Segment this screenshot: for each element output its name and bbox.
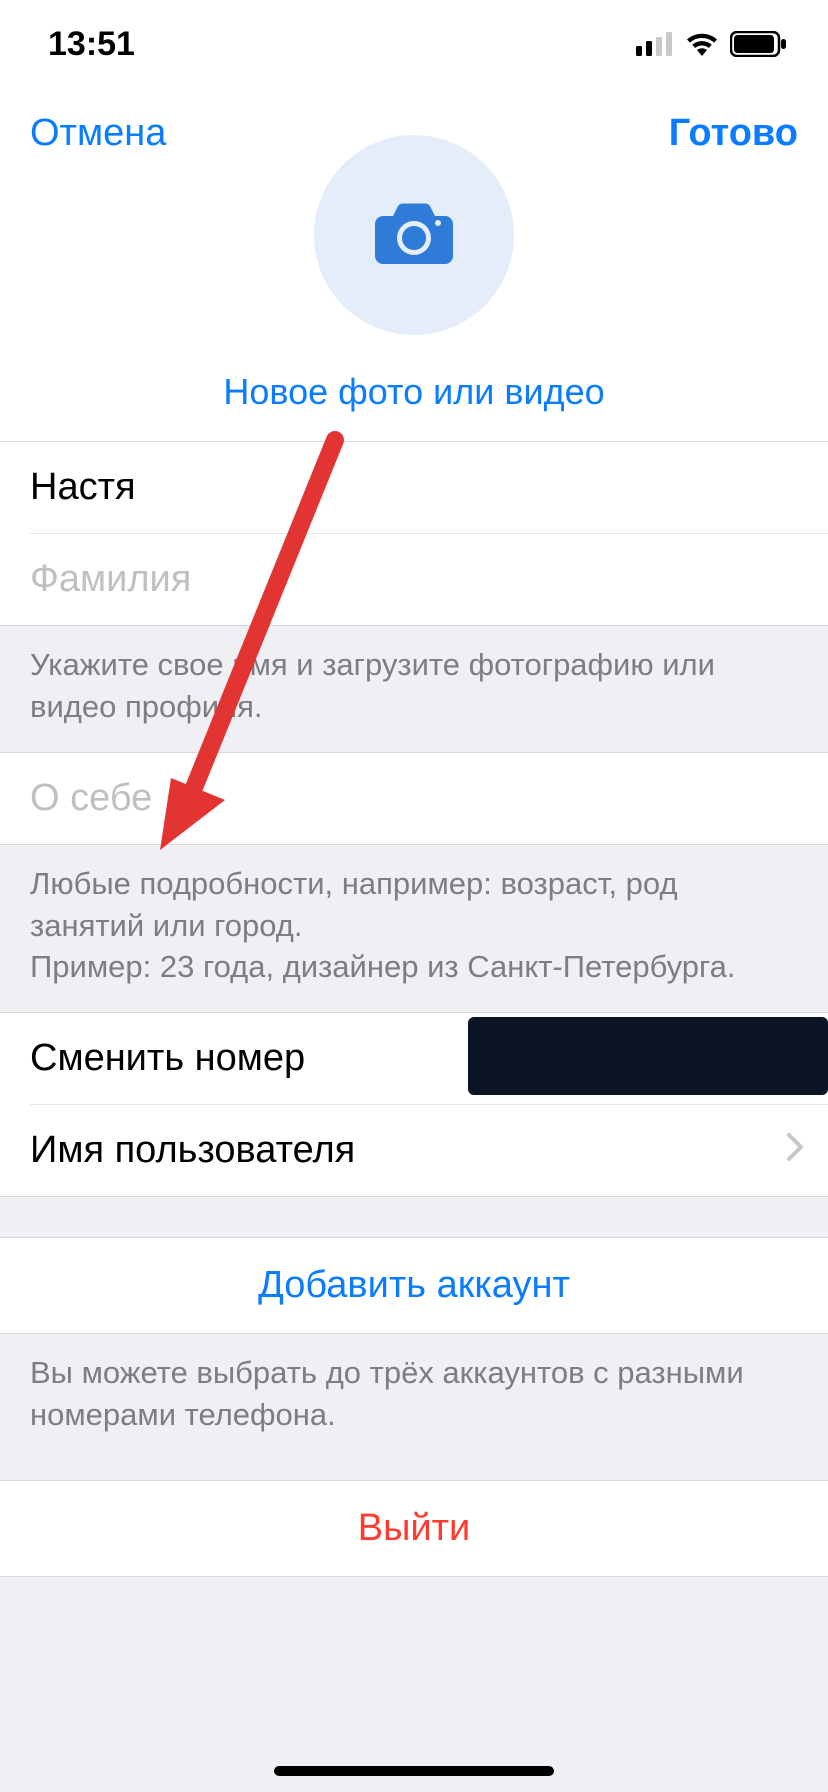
last-name-input[interactable] (30, 558, 798, 601)
avatar-photo-button[interactable] (314, 135, 514, 335)
username-row[interactable]: Имя пользователя (0, 1105, 828, 1196)
phone-number-redaction (468, 1017, 828, 1095)
home-indicator[interactable] (274, 1766, 554, 1776)
cancel-button[interactable]: Отмена (30, 112, 166, 155)
logout-button[interactable]: Выйти (0, 1481, 828, 1576)
new-photo-video-button[interactable]: Новое фото или видео (223, 371, 604, 413)
status-time: 13:51 (48, 25, 135, 64)
add-account-button[interactable]: Добавить аккаунт (0, 1238, 828, 1333)
first-name-input[interactable] (30, 466, 798, 509)
bio-section-footer: Любые подробности, например: возраст, ро… (0, 845, 828, 1013)
done-button[interactable]: Готово (669, 112, 798, 155)
status-indicators (636, 31, 788, 57)
wifi-icon (684, 31, 720, 57)
battery-icon (730, 31, 788, 57)
cellular-icon (636, 32, 674, 56)
change-number-row[interactable]: Сменить номер +7 927 685-44-47 (0, 1013, 828, 1104)
username-label: Имя пользователя (30, 1129, 355, 1172)
status-bar: 13:51 (0, 0, 828, 88)
bio-input[interactable] (30, 777, 798, 820)
change-number-label: Сменить номер (30, 1037, 305, 1080)
chevron-right-icon (786, 1129, 804, 1172)
camera-icon (375, 202, 453, 269)
name-section-footer: Укажите свое имя и загрузите фотографию … (0, 626, 828, 752)
add-account-footer: Вы можете выбрать до трёх аккаунтов с ра… (0, 1334, 828, 1460)
